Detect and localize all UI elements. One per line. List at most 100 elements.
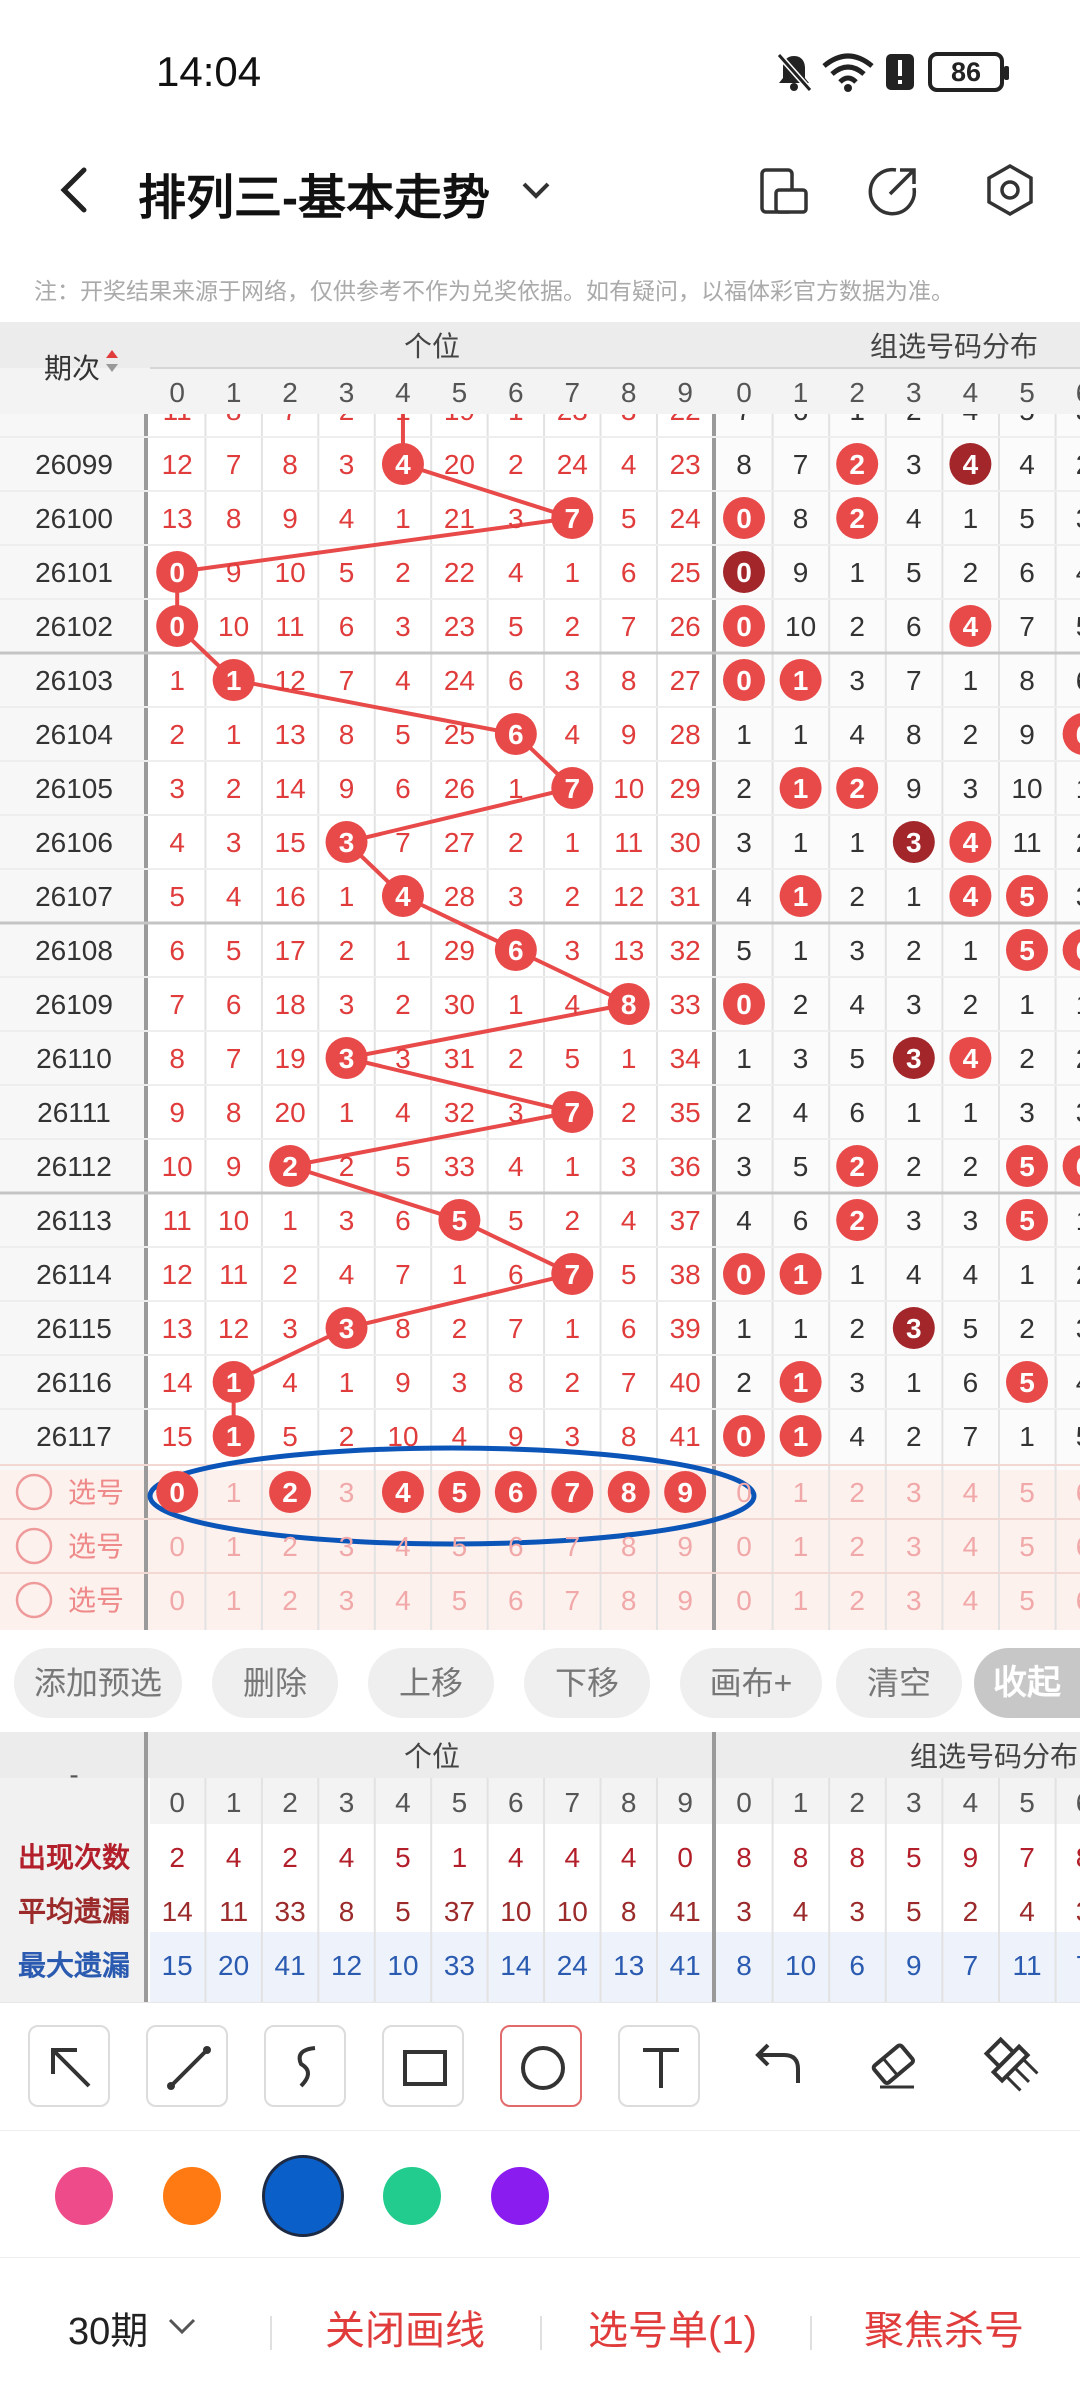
stats-cell: 4	[793, 1896, 809, 1927]
cell: 26	[670, 611, 701, 642]
cell: 1	[395, 503, 411, 534]
cell: 5	[1019, 503, 1035, 534]
period-label: 26099	[35, 449, 113, 480]
cell: 31	[670, 881, 701, 912]
cell: 8	[226, 1097, 242, 1128]
cell: 1	[736, 1043, 752, 1074]
digit-header: 5	[452, 1787, 468, 1818]
cell: 12	[613, 881, 644, 912]
move-up-button[interactable]: 上移	[368, 1648, 494, 1718]
pick-number: 7	[564, 1585, 580, 1616]
rectangle-icon	[403, 2050, 447, 2086]
cell: 3	[906, 989, 922, 1020]
period-label: 26110	[36, 1043, 112, 1074]
text-icon	[643, 2048, 679, 2088]
clear-button[interactable]: 清空	[836, 1648, 962, 1718]
cell: 3	[508, 1097, 524, 1128]
rotate-screen-icon[interactable]	[756, 162, 812, 218]
cell: 6	[963, 1367, 979, 1398]
cell: 5	[793, 1151, 809, 1182]
pick-number: 6	[1076, 1477, 1080, 1508]
cell: 2	[508, 449, 524, 480]
settings-icon[interactable]	[982, 162, 1038, 218]
cell: 1	[452, 1259, 468, 1290]
circle-tool[interactable]	[500, 2025, 582, 2107]
cell: 7	[963, 1421, 979, 1452]
cell: 6	[226, 989, 242, 1020]
cell: 1	[793, 719, 809, 750]
stats-cell: 5	[906, 1842, 922, 1873]
share-icon[interactable]	[866, 162, 922, 218]
canvas-plus-button[interactable]: 画布+	[680, 1648, 822, 1718]
cell: 3	[564, 935, 580, 966]
eraser-icon[interactable]	[862, 2033, 926, 2097]
color-swatch-orange[interactable]	[163, 2167, 221, 2225]
combo-digit-header: 5	[1019, 1787, 1035, 1818]
combo-number: 3	[906, 1313, 922, 1344]
cell: 1	[564, 1313, 580, 1344]
move-down-button[interactable]: 下移	[524, 1648, 650, 1718]
combo-number: 1	[793, 1421, 809, 1452]
curve-tool[interactable]	[264, 2025, 346, 2107]
stats-cell: 4	[1019, 1896, 1035, 1927]
hit-number: 3	[339, 827, 355, 858]
cell: 1	[1019, 1421, 1035, 1452]
period-select[interactable]: 30期	[68, 2300, 148, 2355]
cell: 23	[670, 449, 701, 480]
pick-number: 2	[282, 1585, 298, 1616]
stats-cell: 3	[736, 1896, 752, 1927]
color-swatch-blue[interactable]	[262, 2155, 344, 2237]
clear-drawing-icon[interactable]	[980, 2033, 1044, 2097]
line-tool[interactable]	[146, 2025, 228, 2107]
cell: 19	[275, 1043, 306, 1074]
chevron-down-icon[interactable]	[164, 2308, 200, 2344]
cell: 3	[395, 1043, 411, 1074]
rect-tool[interactable]	[382, 2025, 464, 2107]
collapse-button[interactable]: 收起	[974, 1648, 1080, 1718]
pick-number: 6	[508, 1477, 524, 1508]
cell: 1	[793, 827, 809, 858]
cell: 3	[906, 1205, 922, 1236]
color-swatch-pink[interactable]	[55, 2167, 113, 2225]
cell: 4	[339, 1259, 355, 1290]
cell: 27	[444, 827, 475, 858]
arrow-tool[interactable]	[28, 2025, 110, 2107]
cell: 2	[906, 1151, 922, 1182]
cell: 7	[226, 1043, 242, 1074]
cell: 3	[339, 1205, 355, 1236]
stats-label: 最大遗漏	[18, 1950, 130, 1981]
cell: 1	[963, 503, 979, 534]
cell: 4	[508, 1151, 524, 1182]
cell: 1	[564, 557, 580, 588]
stats-cell: 13	[613, 1950, 644, 1981]
cell: 4	[849, 989, 865, 1020]
trend-table[interactable]: 1187211912332276124532609912783420224423…	[0, 322, 1080, 1630]
cell: 2	[339, 1421, 355, 1452]
cell: 1	[849, 827, 865, 858]
cell: 4	[395, 1097, 411, 1128]
add-preselect-button[interactable]: 添加预选	[14, 1648, 182, 1718]
close-lines-button[interactable]: 关闭画线	[325, 2298, 485, 2356]
stats-cell: 10	[557, 1896, 588, 1927]
color-swatch-purple[interactable]	[491, 2167, 549, 2225]
pick-number: 0	[736, 1585, 752, 1616]
digit-header: 0	[169, 377, 185, 408]
pick-list-button[interactable]: 选号单(1)	[588, 2298, 757, 2356]
back-icon[interactable]	[48, 162, 104, 218]
cell: 1	[226, 719, 242, 750]
cell: 2	[1019, 1043, 1035, 1074]
combo-digit-header: 5	[1019, 377, 1035, 408]
focus-kill-button[interactable]: 聚焦杀号	[864, 2298, 1024, 2356]
page-title[interactable]: 排列三-基本走势	[138, 158, 490, 228]
stats-cell: 12	[331, 1950, 362, 1981]
wifi-icon	[822, 53, 874, 92]
undo-icon[interactable]	[744, 2033, 808, 2097]
cell: 17	[275, 935, 306, 966]
chevron-down-icon[interactable]	[516, 170, 556, 210]
text-tool[interactable]	[618, 2025, 700, 2107]
cell: 1	[508, 989, 524, 1020]
cell: 8	[621, 1421, 637, 1452]
color-swatch-green[interactable]	[383, 2167, 441, 2225]
delete-button[interactable]: 删除	[212, 1648, 338, 1718]
stats-cell: 24	[557, 1950, 588, 1981]
